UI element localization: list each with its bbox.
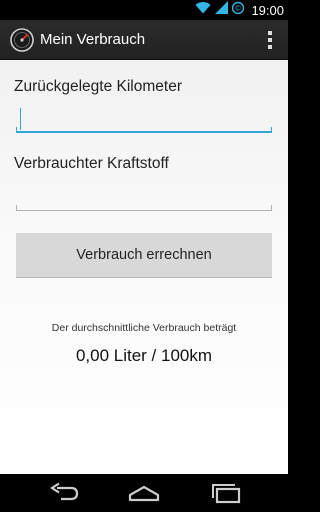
speedometer-icon[interactable] bbox=[10, 28, 34, 52]
recent-apps-icon[interactable] bbox=[208, 482, 242, 504]
overflow-menu-icon[interactable] bbox=[266, 30, 274, 50]
status-bar: © 19:00 bbox=[0, 0, 288, 20]
signal-icon bbox=[215, 1, 229, 19]
km-input-underline bbox=[16, 127, 272, 133]
svg-text:©: © bbox=[235, 5, 242, 13]
calculate-button[interactable]: Verbrauch errechnen bbox=[16, 233, 272, 278]
result-caption: Der durchschnittliche Verbrauch beträgt bbox=[51, 322, 237, 334]
fuel-input-underline bbox=[16, 205, 272, 211]
home-icon[interactable] bbox=[127, 482, 161, 504]
text-cursor bbox=[20, 108, 21, 130]
app-title: Mein Verbrauch bbox=[40, 31, 146, 48]
km-label: Zurückgelegte Kilometer bbox=[14, 78, 182, 95]
back-icon[interactable] bbox=[47, 482, 81, 504]
action-bar: Mein Verbrauch bbox=[0, 20, 288, 60]
fuel-input[interactable] bbox=[16, 181, 276, 207]
wifi-icon bbox=[195, 1, 211, 19]
navigation-bar bbox=[0, 474, 288, 512]
result-value: 0,00 Liter / 100km bbox=[75, 346, 213, 365]
battery-icon: © bbox=[232, 1, 245, 19]
status-time: 19:00 bbox=[251, 2, 284, 18]
fuel-label: Verbrauchter Kraftstoff bbox=[14, 155, 169, 172]
status-icons: © 19:00 bbox=[195, 0, 284, 20]
